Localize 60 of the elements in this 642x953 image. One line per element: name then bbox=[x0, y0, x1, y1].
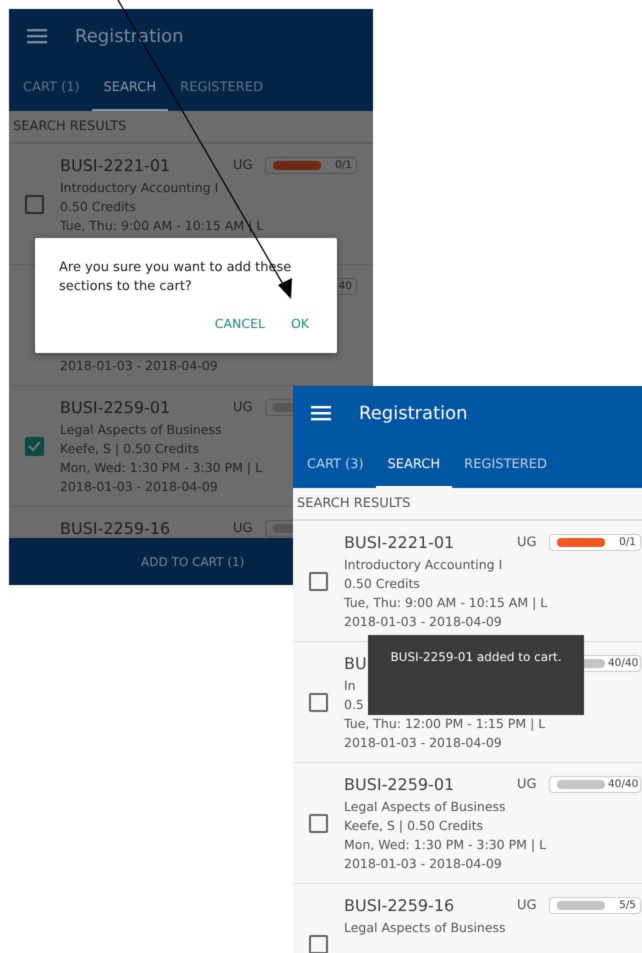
course-detail: Keefe, S | 0.50 Credits bbox=[60, 440, 199, 458]
course-code: BUSI-2221-01 bbox=[344, 532, 454, 552]
course-detail: Introductory Accounting I bbox=[344, 556, 502, 574]
course-detail: In bbox=[344, 677, 356, 695]
app-title: Registration bbox=[359, 402, 468, 424]
course-detail: 0.50 Credits bbox=[344, 575, 420, 593]
tab[interactable]: CART (1) bbox=[11, 63, 92, 111]
tab[interactable]: CART (3) bbox=[295, 440, 376, 488]
capacity-count: 40 bbox=[338, 280, 352, 292]
checkmark-icon bbox=[28, 441, 41, 451]
course-detail: Tue, Thu: 12:00 PM - 1:15 PM | L bbox=[344, 715, 546, 733]
checkbox[interactable] bbox=[309, 692, 328, 712]
course-code: BUSI-2259-01 bbox=[60, 398, 170, 416]
level-tag: UG bbox=[517, 776, 537, 792]
checkbox[interactable] bbox=[309, 814, 328, 832]
course-detail: Mon, Wed: 1:30 PM - 3:30 PM | L bbox=[344, 836, 546, 854]
course-dates: 2018-01-03 - 2018-04-09 bbox=[60, 478, 218, 496]
level-tag: UG bbox=[517, 898, 537, 912]
tab[interactable]: SEARCH bbox=[376, 440, 452, 488]
course-dates: 2018-01-03 - 2018-04-09 bbox=[60, 357, 218, 375]
menu-icon[interactable] bbox=[311, 405, 331, 421]
course-detail: Tue, Thu: 9:00 AM - 10:15 AM | L bbox=[344, 594, 548, 612]
level-tag: UG bbox=[233, 520, 253, 536]
level-tag: UG bbox=[517, 534, 537, 550]
course-dates: 2018-01-03 - 2018-04-09 bbox=[344, 734, 502, 752]
dialog-button[interactable]: OK bbox=[282, 310, 317, 337]
capacity-count: 40/40 bbox=[608, 778, 638, 790]
dialog-button[interactable]: CANCEL bbox=[206, 310, 273, 337]
checkbox[interactable] bbox=[25, 436, 44, 456]
tab[interactable]: SEARCH bbox=[92, 63, 168, 111]
course-detail: 0.50 Credits bbox=[60, 198, 136, 216]
course-code: BUSI-2259-01 bbox=[344, 774, 454, 794]
level-tag: UG bbox=[233, 400, 253, 414]
course-detail: Legal Aspects of Business bbox=[344, 919, 506, 937]
checkbox[interactable] bbox=[309, 572, 328, 590]
course-dates: 2018-01-03 - 2018-04-09 bbox=[344, 855, 502, 873]
added-to-cart-toast: BUSI-2259-01 added to cart. bbox=[368, 635, 584, 715]
section-header: SEARCH RESULTS bbox=[293, 488, 642, 521]
course-detail: Legal Aspects of Business bbox=[60, 421, 222, 439]
course-detail: 0.5 bbox=[344, 696, 364, 714]
section-header: SEARCH RESULTS bbox=[9, 111, 373, 144]
course-detail: Keefe, S | 0.50 Credits bbox=[344, 817, 483, 835]
tab[interactable]: REGISTERED bbox=[452, 440, 559, 488]
capacity-count: 5/5 bbox=[619, 899, 636, 911]
level-tag: UG bbox=[233, 158, 253, 172]
course-code: BUSI-2259-16 bbox=[344, 896, 454, 914]
menu-icon[interactable] bbox=[27, 28, 47, 44]
tab[interactable]: REGISTERED bbox=[168, 63, 275, 111]
course-detail: Mon, Wed: 1:30 PM - 3:30 PM | L bbox=[60, 459, 262, 477]
capacity-count: 0/1 bbox=[335, 159, 352, 171]
course-code: BUSI-2221-01 bbox=[60, 156, 170, 174]
checkbox[interactable] bbox=[25, 194, 44, 214]
course-code: BU bbox=[344, 654, 367, 672]
course-code: BUSI-2259-16 bbox=[60, 518, 170, 538]
capacity-count: 40/40 bbox=[608, 657, 638, 669]
course-detail: Introductory Accounting I bbox=[60, 179, 218, 197]
course-detail: Legal Aspects of Business bbox=[344, 798, 506, 816]
checkbox[interactable] bbox=[309, 934, 328, 953]
course-dates: 2018-01-03 - 2018-04-09 bbox=[344, 613, 502, 631]
capacity-count: 0/1 bbox=[619, 536, 636, 548]
